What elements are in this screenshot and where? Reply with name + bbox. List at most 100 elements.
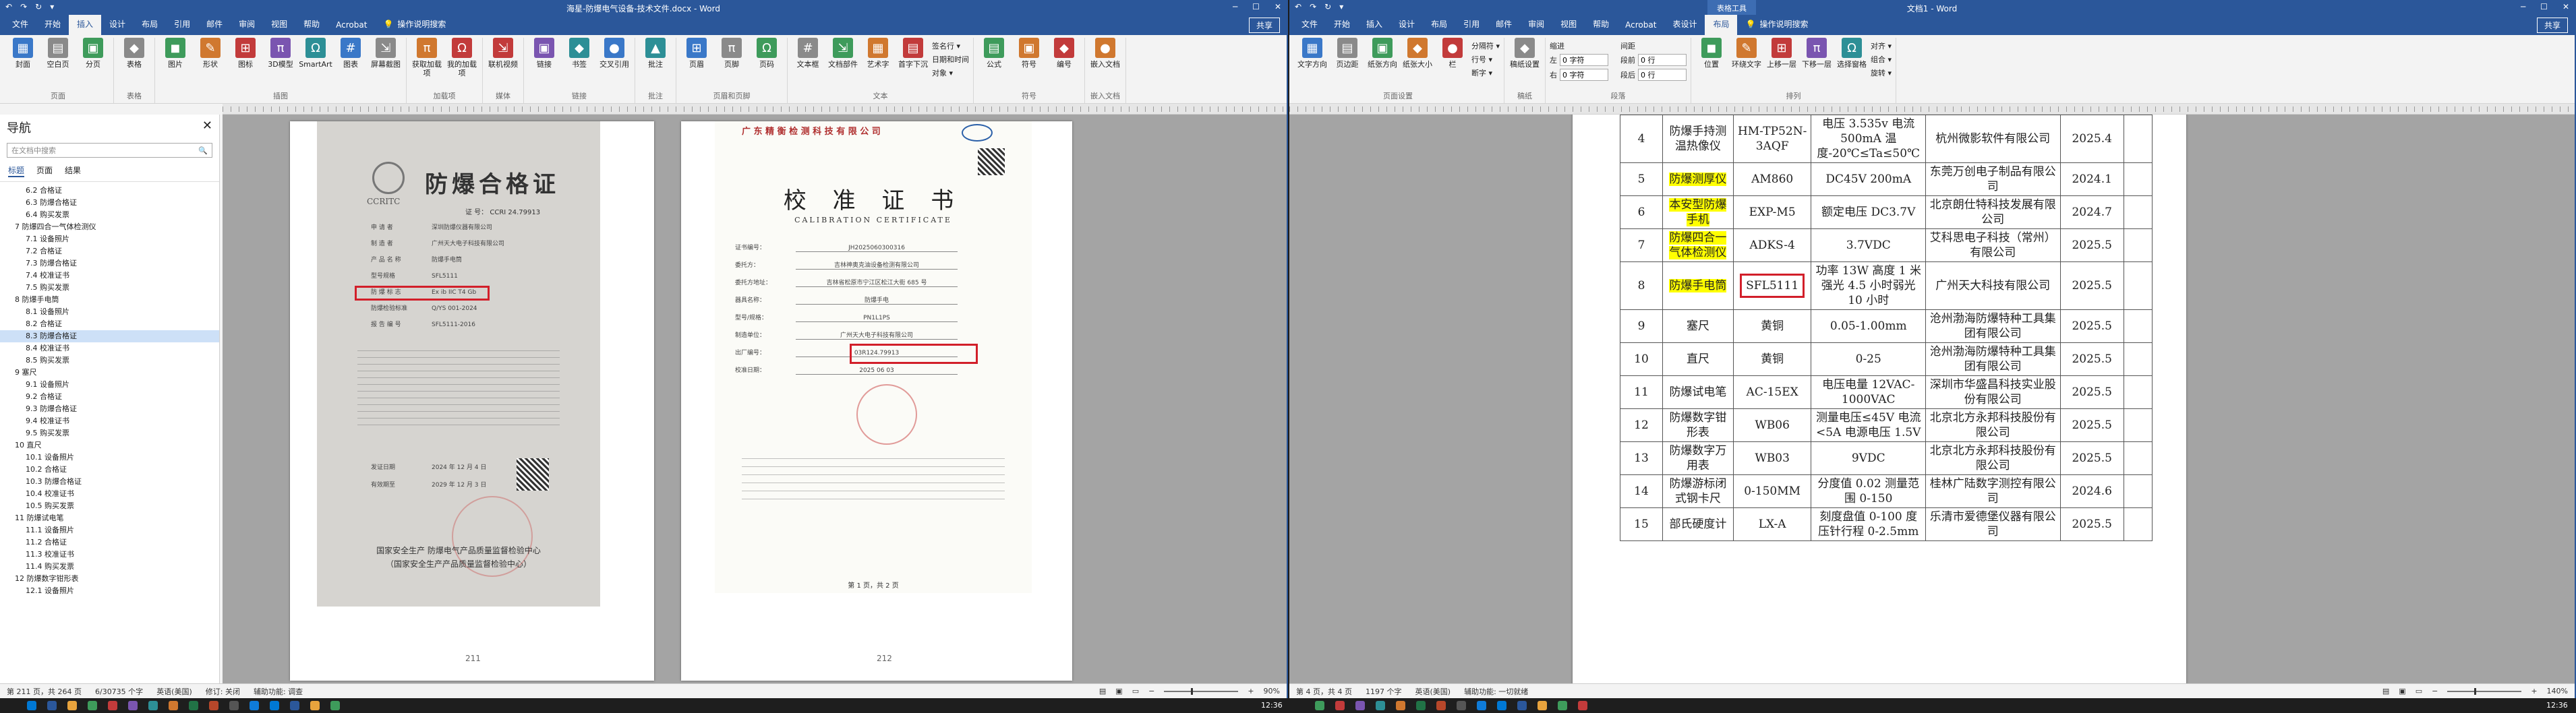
cell-date[interactable]: 2025.5 — [2059, 228, 2124, 262]
right-ribbon-button-2-3[interactable]: π 下移一层 — [1801, 38, 1833, 69]
cell-equipment-name[interactable]: 防爆手持测温热像仪 — [1662, 115, 1734, 163]
taskbar-app-1-icon[interactable] — [47, 701, 57, 710]
maximize-icon[interactable]: ☐ — [1252, 2, 1260, 11]
nav-heading-item[interactable]: 6.3 防爆合格证 — [0, 197, 219, 209]
taskbar-app-r1-icon[interactable] — [1335, 701, 1345, 710]
taskbar-app-r13-icon[interactable] — [1578, 701, 1587, 710]
cell-date[interactable]: 2025.5 — [2059, 375, 2124, 409]
tab-left-0[interactable]: 文件 — [4, 15, 36, 35]
tab-right-9[interactable]: 帮助 — [1585, 15, 1617, 35]
taskbar-app-12-icon[interactable] — [270, 701, 279, 710]
nav-heading-item[interactable]: 7.1 设备照片 — [0, 233, 219, 245]
taskbar-app-r8-icon[interactable] — [1477, 701, 1486, 710]
left-ribbon-button-9-1[interactable]: ▣ 符号 — [1013, 38, 1045, 69]
print-layout-icon[interactable]: ▣ — [2399, 687, 2405, 695]
cell-equipment-name[interactable]: 塞尺 — [1662, 309, 1734, 343]
cell-model[interactable]: ADKS-4 — [1732, 228, 1812, 262]
cell-number[interactable]: 11 — [1620, 375, 1663, 409]
nav-heading-item[interactable]: 10.1 设备照片 — [0, 452, 219, 464]
text-small-2[interactable]: 对象 ▾ — [932, 67, 969, 78]
cell-equipment-name[interactable]: 防爆数字钳形表 — [1662, 408, 1734, 442]
taskbar-app-15-icon[interactable] — [330, 701, 340, 710]
cell-spec[interactable]: 功率 13W 高度 1 米 强光 4.5 小时弱光 10 小时 — [1811, 261, 1927, 310]
left-zoom-slider[interactable] — [1164, 687, 1239, 695]
cell-date[interactable]: 2024.7 — [2059, 195, 2124, 229]
nav-heading-item[interactable]: 12 防爆数字钳形表 — [0, 573, 219, 585]
indent-left-input[interactable] — [1560, 54, 1609, 66]
cell-manufacturer[interactable]: 桂林广陆数字测控有限公司 — [1925, 474, 2061, 508]
cell-number[interactable]: 5 — [1620, 162, 1663, 196]
nav-heading-item[interactable]: 8.2 合格证 — [0, 318, 219, 330]
left-ribbon-button-2-1[interactable]: ✎ 形状 — [194, 38, 227, 69]
spacing-after-input[interactable] — [1638, 69, 1687, 81]
cell-blank[interactable] — [2123, 441, 2153, 475]
left-page-indicator[interactable]: 第 211 页，共 264 页 — [7, 686, 82, 697]
taskbar-app-r4-icon[interactable] — [1396, 701, 1405, 710]
taskbar-app-7-icon[interactable] — [169, 701, 178, 710]
right-ribbon-button-1-0[interactable]: ◆ 稿纸设置 — [1509, 38, 1541, 69]
right-ribbon-button-2-1[interactable]: ✎ 环绕文字 — [1730, 38, 1763, 69]
left-track-changes[interactable]: 修订: 关闭 — [206, 686, 240, 697]
left-accessibility[interactable]: 辅助功能: 调查 — [254, 686, 303, 697]
minimize-icon[interactable]: ─ — [1233, 2, 1237, 11]
cell-blank[interactable] — [2123, 228, 2153, 262]
left-share-button[interactable]: 共享 — [1248, 18, 1280, 33]
cell-date[interactable]: 2024.1 — [2059, 162, 2124, 196]
tab-right-7[interactable]: 审阅 — [1520, 15, 1552, 35]
left-ribbon-button-2-4[interactable]: Ω SmartArt — [299, 38, 332, 69]
taskbar-app-14-icon[interactable] — [310, 701, 320, 710]
cell-blank[interactable] — [2123, 507, 2153, 541]
nav-heading-item[interactable]: 8.4 校准证书 — [0, 342, 219, 354]
nav-heading-item[interactable]: 11.1 设备照片 — [0, 524, 219, 536]
left-ribbon-button-7-2[interactable]: Ω 页码 — [751, 38, 783, 69]
nav-tab-1[interactable]: 页面 — [36, 164, 53, 177]
right-ribbon-button-0-0[interactable]: ▦ 文字方向 — [1296, 38, 1328, 69]
cell-manufacturer[interactable]: 艾科思电子科技（常州）有限公司 — [1925, 228, 2061, 262]
cell-blank[interactable] — [2123, 115, 2153, 163]
nav-heading-item[interactable]: 11 防爆试电笔 — [0, 512, 219, 524]
taskbar-app-5-icon[interactable] — [128, 701, 138, 710]
spacing-before-input[interactable] — [1638, 54, 1687, 66]
cell-equipment-name[interactable]: 本安型防爆手机 — [1662, 195, 1734, 229]
page-setup-small-2[interactable]: 断字 ▾ — [1471, 67, 1500, 78]
tab-left-9[interactable]: 帮助 — [295, 15, 328, 35]
left-ribbon-button-4-0[interactable]: ⇲ 联机视频 — [487, 38, 519, 69]
cell-manufacturer[interactable]: 北京朗仕特科技发展有限公司 — [1925, 195, 2061, 229]
nav-heading-item[interactable]: 12.1 设备照片 — [0, 585, 219, 597]
nav-heading-item[interactable]: 8 防爆手电筒 — [0, 294, 219, 306]
nav-heading-item[interactable]: 8.5 购买发票 — [0, 354, 219, 367]
cell-date[interactable]: 2025.5 — [2059, 261, 2124, 310]
left-ribbon-button-9-2[interactable]: ◆ 编号 — [1048, 38, 1080, 69]
left-ribbon-button-5-0[interactable]: ▣ 链接 — [528, 38, 560, 69]
taskbar-clock-right[interactable]: 12:36 — [2546, 701, 2568, 710]
left-ribbon-button-2-6[interactable]: ⇲ 屏幕截图 — [370, 38, 402, 69]
nav-heading-item[interactable]: 8.3 防爆合格证 — [0, 330, 219, 342]
tab-left-4[interactable]: 布局 — [134, 15, 166, 35]
cell-number[interactable]: 12 — [1620, 408, 1663, 442]
zoom-out-icon[interactable]: − — [1148, 687, 1154, 695]
minimize-icon[interactable]: ─ — [2521, 2, 2525, 11]
right-zoom-slider[interactable] — [2447, 687, 2522, 695]
nav-heading-item[interactable]: 9.1 设备照片 — [0, 379, 219, 391]
left-document-area[interactable]: CCRITC 防爆合格证 证 号： CCRI 24.79913 申 请 者深圳防… — [223, 115, 1287, 683]
right-document-area[interactable]: 4 防爆手持测温热像仪 HM-TP52N-3AQF 电压 3.535v 电流 500m… — [1289, 115, 2575, 683]
right-ribbon-button-0-2[interactable]: ▣ 纸张方向 — [1366, 38, 1399, 69]
right-share-button[interactable]: 共享 — [2536, 18, 2568, 33]
cell-blank[interactable] — [2123, 375, 2153, 409]
nav-heading-item[interactable]: 11.2 合格证 — [0, 536, 219, 549]
left-ribbon-button-0-2[interactable]: ▣ 分页 — [77, 38, 109, 69]
cell-spec[interactable]: 电压电量 12VAC-1000VAC — [1811, 375, 1927, 409]
close-icon[interactable]: ✕ — [2563, 2, 2569, 11]
tab-left-1[interactable]: 开始 — [36, 15, 69, 35]
left-zoom-level[interactable]: 90% — [1264, 687, 1280, 695]
cell-number[interactable]: 15 — [1620, 507, 1663, 541]
cell-model[interactable]: EXP-M5 — [1732, 195, 1812, 229]
equipment-table[interactable]: 4 防爆手持测温热像仪 HM-TP52N-3AQF 电压 3.535v 电流 500m… — [1620, 115, 2153, 541]
zoom-out-icon[interactable]: − — [2432, 687, 2438, 695]
tab-left-2[interactable]: 插入 — [69, 15, 102, 35]
taskbar-app-r2-icon[interactable] — [1355, 701, 1365, 710]
web-layout-icon[interactable]: ▭ — [2416, 687, 2422, 695]
tab-right-5[interactable]: 引用 — [1455, 15, 1488, 35]
cell-spec[interactable]: 电压 3.535v 电流 500mA 温度-20℃≤Ta≤50℃ — [1811, 115, 1927, 163]
taskbar-app-r3-icon[interactable] — [1376, 701, 1385, 710]
